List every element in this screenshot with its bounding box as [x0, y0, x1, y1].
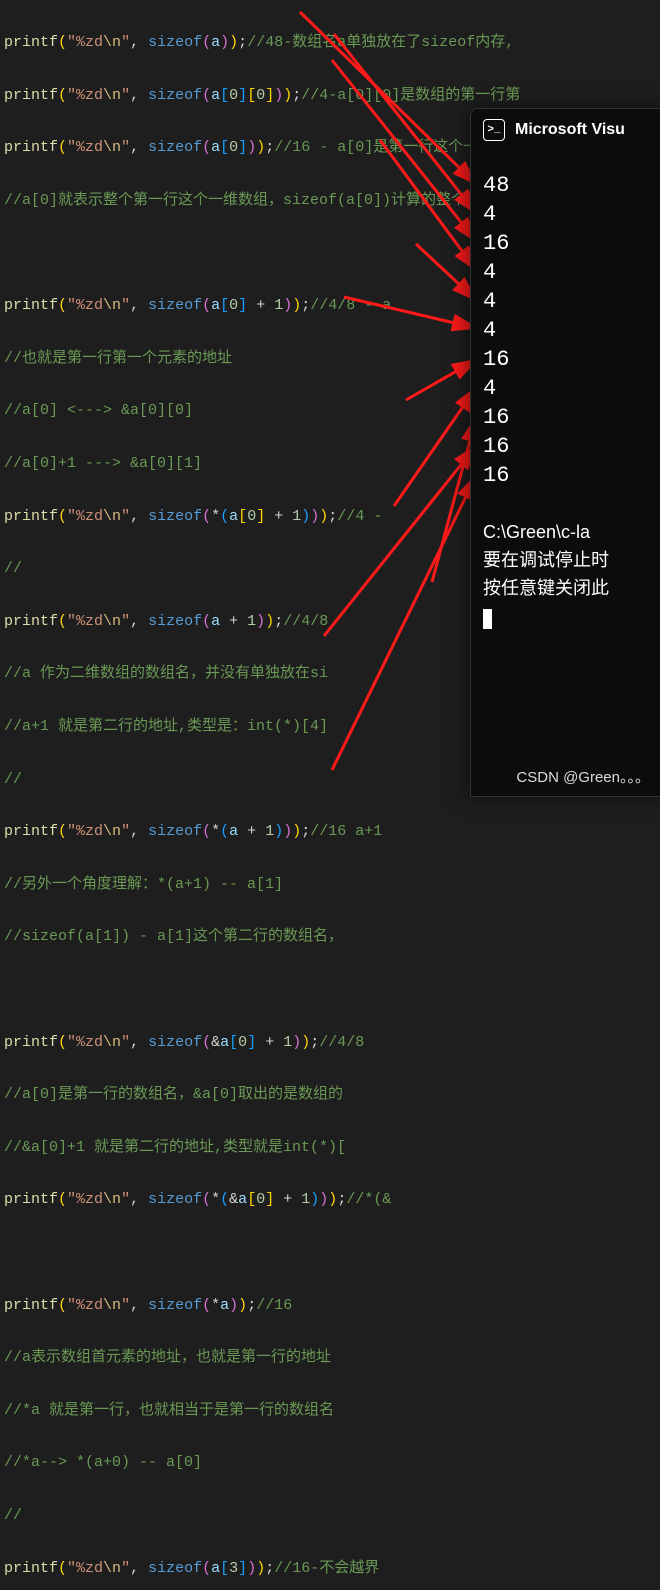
code-line: printf("%zd\n", sizeof(a));//48-数组名a单独放在… — [4, 30, 660, 56]
code-line: //a[0]是第一行的数组名，&a[0]取出的是数组的 — [4, 1082, 660, 1108]
terminal-title-bar: >_ Microsoft Visu — [471, 109, 660, 149]
code-line: //*a 就是第一行，也就相当于是第一行的数组名 — [4, 1398, 660, 1424]
output-line: 16 — [483, 229, 660, 258]
code-line — [4, 977, 660, 1003]
terminal-info: C:\Green\c-la 要在调试停止时 按任意键关闭此 — [483, 518, 660, 630]
output-line: 4 — [483, 287, 660, 316]
code-line: //sizeof(a[1]) - a[1]这个第二行的数组名， — [4, 924, 660, 950]
output-line: 48 — [483, 171, 660, 200]
output-line: 16 — [483, 461, 660, 490]
info-line: C:\Green\c-la — [483, 518, 660, 546]
terminal-title: Microsoft Visu — [515, 121, 625, 139]
output-line: 4 — [483, 316, 660, 345]
code-line: printf("%zd\n", sizeof(*a));//16 — [4, 1293, 660, 1319]
output-line: 16 — [483, 345, 660, 374]
watermark: CSDN @Green。。。 — [516, 766, 650, 787]
code-line: // — [4, 1503, 660, 1529]
code-line: printf("%zd\n", sizeof(*(a + 1)));//16 a… — [4, 819, 660, 845]
code-line: //&a[0]+1 就是第二行的地址,类型就是int(*)[ — [4, 1135, 660, 1161]
output-line: 16 — [483, 403, 660, 432]
terminal-window[interactable]: >_ Microsoft Visu 48 4 16 4 4 4 16 4 16 … — [470, 108, 660, 797]
terminal-output: 48 4 16 4 4 4 16 4 16 16 16 C:\Green\c-l… — [471, 149, 660, 630]
code-line — [4, 1240, 660, 1266]
code-line: printf("%zd\n", sizeof(&a[0] + 1));//4/8 — [4, 1030, 660, 1056]
code-line: printf("%zd\n", sizeof(*(&a[0] + 1)));//… — [4, 1187, 660, 1213]
output-line: 4 — [483, 258, 660, 287]
output-line: 4 — [483, 200, 660, 229]
code-line: //a表示数组首元素的地址，也就是第一行的地址 — [4, 1345, 660, 1371]
code-line: //另外一个角度理解：*(a+1) -- a[1] — [4, 872, 660, 898]
code-line: printf("%zd\n", sizeof(a[3]));//16-不会越界 — [4, 1556, 660, 1582]
output-line: 4 — [483, 374, 660, 403]
code-line: printf("%zd\n", sizeof(a[0][0]));//4-a[0… — [4, 83, 660, 109]
info-line: 按任意键关闭此 — [483, 574, 660, 602]
code-line: //*a--> *(a+0) -- a[0] — [4, 1450, 660, 1476]
cursor-icon — [483, 609, 492, 629]
output-line: 16 — [483, 432, 660, 461]
info-line: 要在调试停止时 — [483, 546, 660, 574]
terminal-icon: >_ — [483, 119, 505, 141]
